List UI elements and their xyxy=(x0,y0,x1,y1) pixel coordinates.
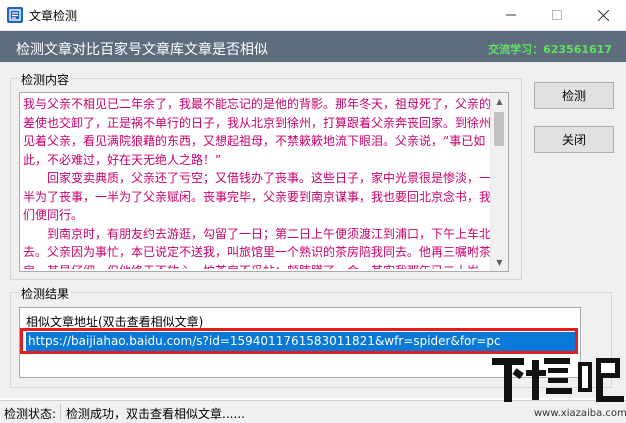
content-scrollbar[interactable]: ▲ ▼ xyxy=(490,93,508,271)
minimize-button[interactable] xyxy=(488,0,534,30)
app-icon xyxy=(7,7,23,23)
minimize-icon xyxy=(506,14,516,16)
banner-title: 检测文章对比百家号文章库文章是否相似 xyxy=(16,42,268,58)
status-separator xyxy=(60,404,61,420)
highlight-annotation xyxy=(20,328,578,354)
result-group-label: 检测结果 xyxy=(19,285,72,302)
content-group-label: 检测内容 xyxy=(19,71,72,88)
contact-info: 交流学习：623561617 xyxy=(488,43,612,56)
content-paragraph: 到南京时，有朋友约去游逛，勾留了一日；第二日上午便须渡江到浦口，下午上车北去。父… xyxy=(23,226,491,270)
title-bar: 文章检测 xyxy=(0,0,626,31)
watermark-logo: www.xiazaiba.com xyxy=(486,352,626,422)
scroll-down-icon[interactable]: ▼ xyxy=(491,254,508,271)
scroll-thumb[interactable] xyxy=(494,112,504,146)
content-textbox[interactable]: 我与父亲不相见已二年余了，我最不能忘记的是他的背影。那年冬天，祖母死了，父亲的差… xyxy=(19,92,509,272)
maximize-button[interactable] xyxy=(534,0,580,30)
close-icon xyxy=(597,9,609,21)
detect-button[interactable]: 检测 xyxy=(534,82,614,109)
content-paragraph: 回家变卖典质，父亲还了亏空；又借钱办了丧事。这些日子，家中光景很是惨淡，一半为了… xyxy=(23,171,491,222)
window-title: 文章检测 xyxy=(29,9,78,23)
close-button[interactable]: 关闭 xyxy=(534,126,614,153)
watermark-url: www.xiazaiba.com xyxy=(534,408,626,419)
close-window-button[interactable] xyxy=(580,0,626,30)
header-banner: 检测文章对比百家号文章库文章是否相似 交流学习：623561617 xyxy=(0,31,626,62)
scroll-up-icon[interactable]: ▲ xyxy=(491,93,508,110)
status-label: 检测状态: xyxy=(4,407,57,421)
content-paragraph: 我与父亲不相见已二年余了，我最不能忘记的是他的背影。那年冬天，祖母死了，父亲的差… xyxy=(23,97,491,167)
maximize-icon xyxy=(552,10,562,20)
status-text: 检测成功，双击查看相似文章...... xyxy=(66,407,245,421)
content-text[interactable]: 我与父亲不相见已二年余了，我最不能忘记的是他的背影。那年冬天，祖母死了，父亲的差… xyxy=(23,95,491,269)
